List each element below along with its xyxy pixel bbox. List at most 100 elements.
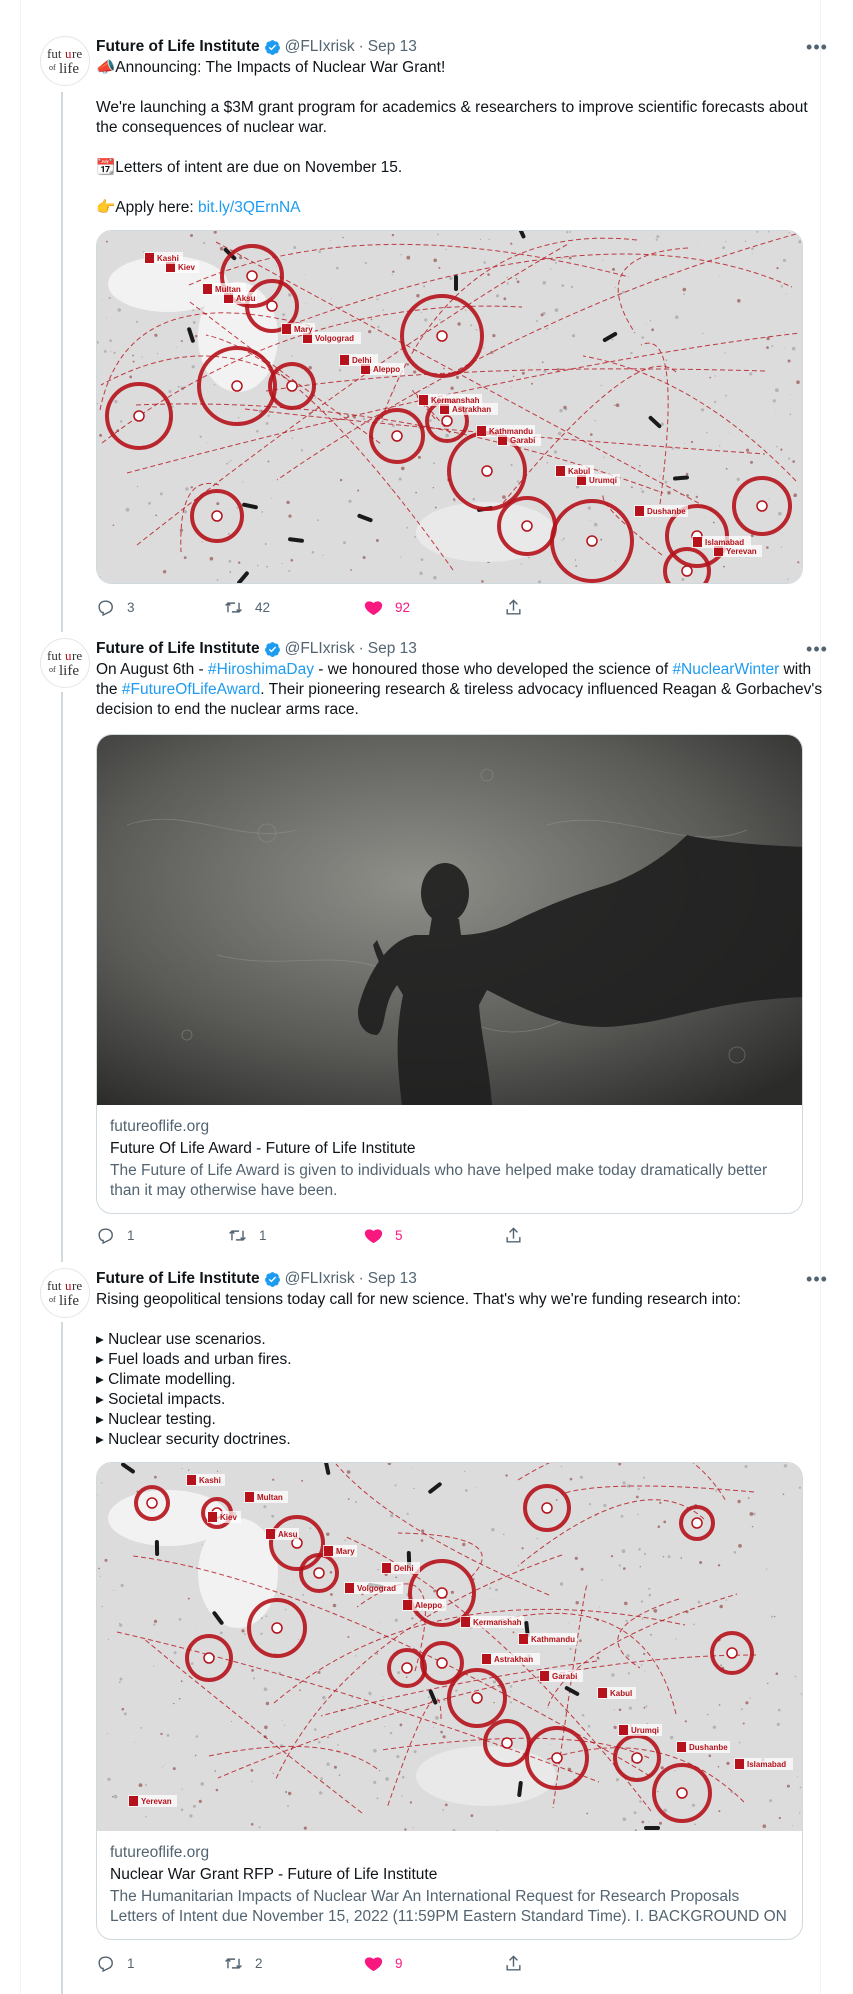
map-urban-dot — [194, 334, 198, 338]
share-button[interactable] — [504, 594, 523, 620]
map-urban-dot — [282, 313, 286, 317]
tweet[interactable]: fut u re of life Future of Life Institut… — [20, 1268, 827, 1988]
map-urban-dot — [762, 1824, 767, 1828]
map-urban-dot — [778, 511, 782, 516]
map-urban-dot — [136, 320, 139, 323]
map-urban-dot — [398, 477, 402, 481]
more-icon[interactable]: ••• — [803, 636, 831, 662]
map-urban-dot — [587, 1724, 591, 1728]
map-urban-dot — [416, 294, 420, 298]
map-urban-dot — [394, 1484, 397, 1487]
tweet[interactable]: fut u re of life Future of Life Institut… — [20, 36, 827, 626]
avatar[interactable]: fut u re of life — [40, 638, 90, 688]
map-urban-dot — [155, 514, 158, 517]
reply-button[interactable]: 1 — [96, 1950, 135, 1976]
map-urban-dot — [284, 1608, 287, 1611]
avatar[interactable]: fut u re of life — [40, 36, 90, 86]
map-urban-dot — [611, 338, 614, 341]
link-card[interactable]: futureoflife.org Future Of Life Award - … — [96, 734, 803, 1214]
map-urban-dot — [185, 487, 189, 491]
map-urban-dot — [796, 1775, 798, 1777]
map-urban-dot — [726, 1761, 730, 1765]
map-urban-dot — [562, 1612, 563, 1613]
tweet-date[interactable]: Sep 13 — [368, 1270, 417, 1288]
author-handle[interactable]: @FLIxrisk — [285, 38, 355, 56]
city-label: Yerevan — [726, 547, 757, 556]
map-urban-dot — [766, 336, 770, 341]
more-icon[interactable]: ••• — [803, 1266, 831, 1292]
target-marker — [631, 1752, 643, 1764]
city-marker-icon — [345, 1583, 354, 1593]
tweet[interactable]: fut u re of life Future of Life Institut… — [20, 638, 827, 1268]
map-urban-dot — [432, 487, 434, 489]
map-urban-dot — [305, 303, 307, 304]
share-button[interactable] — [504, 1222, 523, 1248]
map-urban-dot — [288, 293, 292, 297]
target-marker — [586, 535, 598, 547]
retweet-button[interactable]: 2 — [224, 1950, 263, 1976]
map-urban-dot — [417, 455, 421, 459]
author-name[interactable]: Future of Life Institute — [96, 1270, 260, 1288]
share-button[interactable] — [504, 1950, 523, 1976]
map-urban-dot — [615, 403, 620, 407]
map-urban-dot — [798, 1486, 802, 1489]
map-urban-dot — [547, 1707, 549, 1709]
map-urban-dot — [298, 1639, 299, 1640]
list-item: ▸ Nuclear use scenarios. — [96, 1331, 266, 1348]
map-urban-dot — [420, 558, 424, 561]
map-urban-dot — [420, 1539, 424, 1542]
map-urban-dot — [252, 1677, 256, 1680]
card-meta: futureoflife.org Future Of Life Award - … — [97, 1105, 802, 1201]
map-urban-dot — [288, 570, 291, 572]
retweet-button[interactable]: 1 — [228, 1222, 267, 1248]
map-urban-dot — [775, 412, 776, 414]
map-urban-dot — [121, 1707, 125, 1711]
city-marker-icon — [208, 1512, 217, 1522]
tweet-date[interactable]: Sep 13 — [368, 38, 417, 56]
map-urban-dot — [154, 333, 158, 337]
map-urban-dot — [406, 1512, 409, 1515]
map-urban-dot — [276, 265, 277, 267]
city-marker-icon — [677, 1742, 686, 1752]
author-name[interactable]: Future of Life Institute — [96, 38, 260, 56]
more-icon[interactable]: ••• — [803, 34, 831, 60]
author-name[interactable]: Future of Life Institute — [96, 640, 260, 658]
map-urban-dot — [406, 363, 409, 366]
hashtag-link[interactable]: #FutureOfLifeAward — [122, 681, 260, 698]
tweet-date[interactable]: Sep 13 — [368, 640, 417, 658]
like-count: 5 — [395, 1227, 403, 1243]
map-urban-dot — [423, 285, 426, 288]
avatar[interactable]: fut u re of life — [40, 1268, 90, 1318]
link-card[interactable]: Kiev Volgograd Astrakhan Urumqi Yerevan Aksu A… — [96, 1462, 803, 1940]
like-button[interactable]: 9 — [364, 1950, 403, 1976]
map-urban-dot — [226, 463, 228, 465]
map-urban-dot — [271, 1514, 275, 1518]
map-urban-dot — [145, 1784, 148, 1786]
reply-button[interactable]: 3 — [96, 594, 135, 620]
reply-icon — [98, 1227, 113, 1244]
hashtag-link[interactable]: #NuclearWinter — [672, 661, 779, 678]
map-urban-dot — [746, 448, 750, 452]
city-label: Garabi — [510, 436, 535, 445]
map-urban-dot — [215, 1788, 219, 1792]
map-urban-dot — [559, 1582, 564, 1586]
map-urban-dot — [794, 1675, 797, 1678]
apply-link[interactable]: bit.ly/3QErnNA — [198, 199, 301, 216]
map-urban-dot — [179, 528, 183, 532]
author-handle[interactable]: @FLIxrisk — [285, 1270, 355, 1288]
map-urban-dot — [265, 1701, 270, 1706]
reply-button[interactable]: 1 — [96, 1222, 135, 1248]
map-urban-dot — [330, 240, 332, 242]
retweet-button[interactable]: 42 — [224, 594, 270, 620]
map-urban-dot — [587, 506, 591, 510]
author-handle[interactable]: @FLIxrisk — [285, 640, 355, 658]
hashtag-link[interactable]: #HiroshimaDay — [208, 661, 314, 678]
like-button[interactable]: 5 — [364, 1222, 403, 1248]
tweet-image[interactable]: Kiev Volgograd Astrakhan Urumqi Yerevan Aksu A… — [96, 230, 803, 584]
like-button[interactable]: 92 — [364, 594, 410, 620]
fli-logo-icon: fut u re of life — [47, 1278, 82, 1309]
map-urban-dot — [358, 1667, 361, 1670]
map-urban-dot — [381, 420, 384, 423]
map-urban-dot — [301, 1479, 304, 1482]
map-urban-dot — [202, 1543, 204, 1545]
